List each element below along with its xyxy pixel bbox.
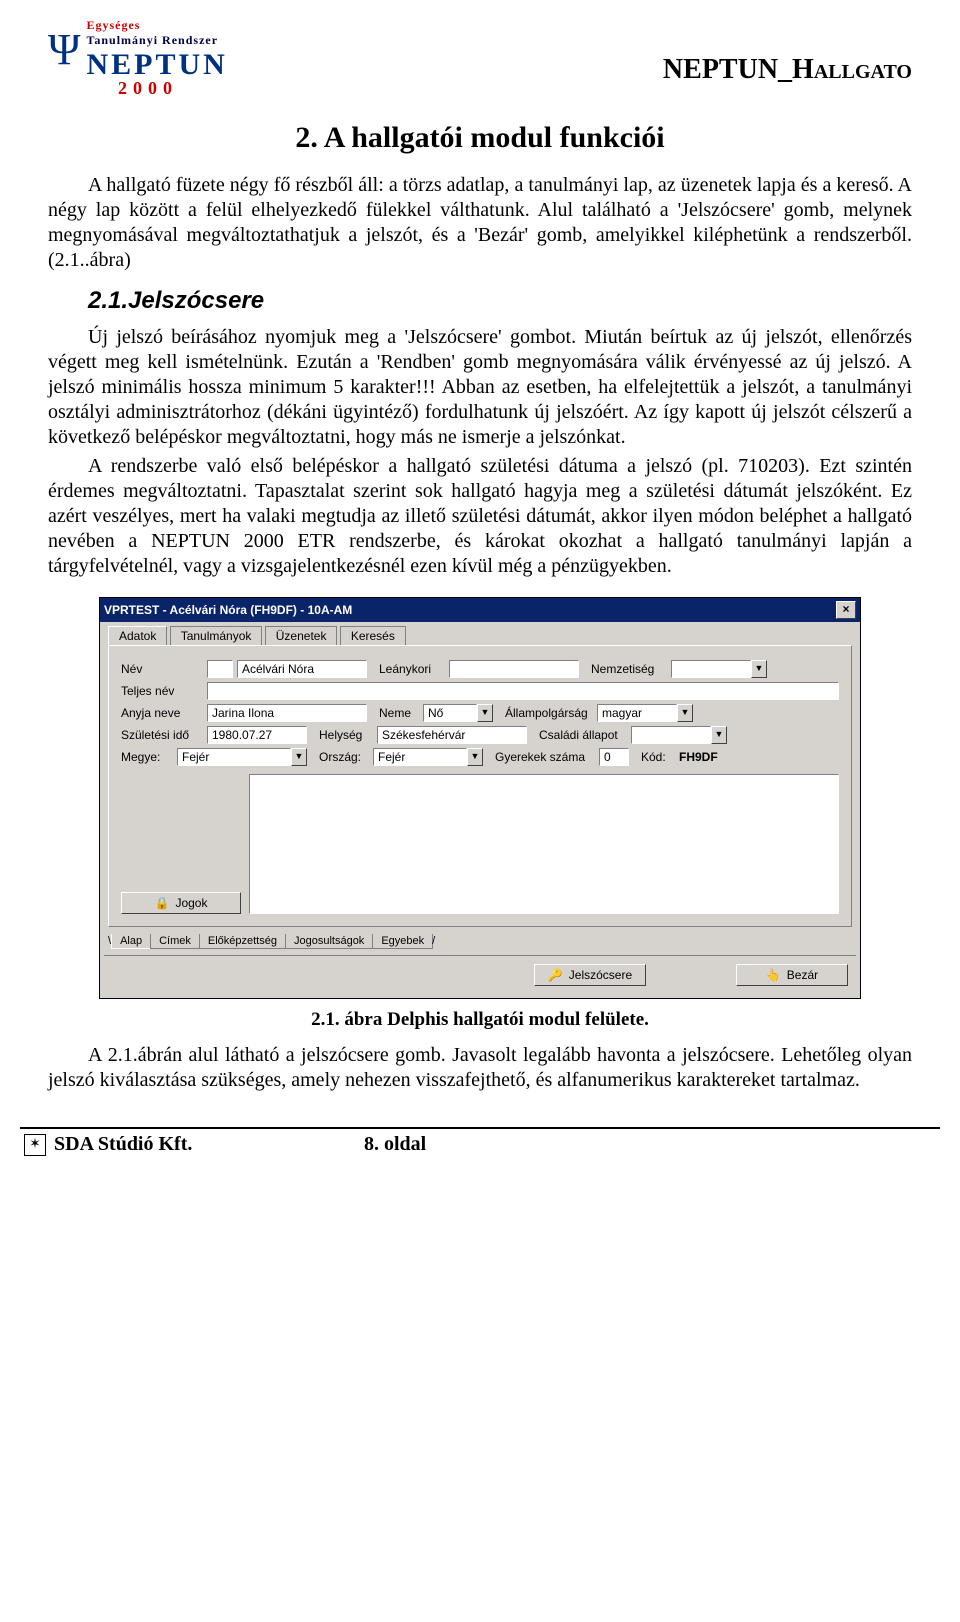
tab-kereses[interactable]: Keresés bbox=[340, 626, 406, 645]
label-kod: Kód: bbox=[641, 750, 679, 764]
titlebar: VPRTEST - Acélvári Nóra (FH9DF) - 10A-AM… bbox=[100, 598, 860, 622]
paragraph-2: Új jelszó beírásához nyomjuk meg a 'Jels… bbox=[48, 325, 912, 450]
doc-header: Ψ Egységes Tanulmányi Rendszer NEPTUN 20… bbox=[48, 18, 912, 99]
close-icon[interactable]: × bbox=[836, 601, 856, 619]
label-anyja: Anyja neve bbox=[121, 706, 207, 720]
field-anyja[interactable]: Jarina Ilona bbox=[207, 704, 367, 722]
label-neme: Neme bbox=[379, 706, 423, 720]
doc-title: NEPTUN_Hallgato bbox=[288, 18, 912, 86]
subheading-2-1: 2.1.Jelszócsere bbox=[88, 287, 912, 315]
label-nev: Név bbox=[121, 662, 207, 676]
combo-neme[interactable]: Nő▼ bbox=[423, 704, 493, 722]
field-gyerek[interactable]: 0 bbox=[599, 748, 629, 766]
combo-megye[interactable]: Fejér▼ bbox=[177, 748, 307, 766]
titlebar-text: VPRTEST - Acélvári Nóra (FH9DF) - 10A-AM bbox=[104, 603, 836, 617]
label-teljesnev: Teljes név bbox=[121, 684, 207, 698]
hand-icon: 👆 bbox=[766, 968, 781, 982]
combo-nemzetiseg[interactable]: ▼ bbox=[671, 660, 767, 678]
chevron-down-icon[interactable]: ▼ bbox=[677, 704, 693, 722]
label-nemzetiseg: Nemzetiség bbox=[591, 662, 671, 676]
label-megye: Megye: bbox=[121, 750, 177, 764]
label-helyseg: Helység bbox=[319, 728, 377, 742]
label-orszag: Ország: bbox=[319, 750, 373, 764]
field-szulido[interactable]: 1980.07.27 bbox=[207, 726, 307, 744]
combo-orszag[interactable]: Fejér▼ bbox=[373, 748, 483, 766]
combo-allampolg[interactable]: magyar▼ bbox=[597, 704, 693, 722]
btab-elokepzettseg[interactable]: Előképzettség bbox=[199, 934, 286, 949]
doc-footer: ✶ SDA Stúdió Kft. 8. oldal bbox=[20, 1127, 940, 1180]
form-panel: Név Acélvári Nóra Leánykori Nemzetiség ▼… bbox=[108, 645, 852, 927]
field-teljesnev[interactable] bbox=[207, 682, 839, 700]
paragraph-3: A rendszerbe való első belépéskor a hall… bbox=[48, 454, 912, 579]
jelszocsere-button[interactable]: 🔑 Jelszócsere bbox=[534, 964, 646, 986]
label-csaladi: Családi állapot bbox=[539, 728, 631, 742]
label-leanykori: Leánykori bbox=[379, 662, 449, 676]
field-helyseg[interactable]: Székesfehérvár bbox=[377, 726, 527, 744]
btab-cimek[interactable]: Címek bbox=[150, 934, 200, 949]
trident-icon: Ψ bbox=[48, 32, 80, 68]
footer-page: 8. oldal bbox=[364, 1133, 426, 1156]
label-szulido: Születési idő bbox=[121, 728, 207, 742]
chevron-down-icon[interactable]: ▼ bbox=[711, 726, 727, 744]
chevron-down-icon[interactable]: ▼ bbox=[477, 704, 493, 722]
label-gyerek: Gyerekek száma bbox=[495, 750, 599, 764]
logo-word: NEPTUN bbox=[86, 48, 227, 82]
paragraph-4: A 2.1.ábrán alul látható a jelszócsere g… bbox=[48, 1043, 912, 1093]
field-leanykori[interactable] bbox=[449, 660, 579, 678]
tab-uzenetek[interactable]: Üzenetek bbox=[265, 626, 338, 645]
footer-company: SDA Stúdió Kft. bbox=[54, 1133, 364, 1156]
section-heading: 2. A hallgatói modul funkciói bbox=[48, 121, 912, 155]
dialog-window: VPRTEST - Acélvári Nóra (FH9DF) - 10A-AM… bbox=[99, 597, 861, 999]
jogok-button[interactable]: 🔒 Jogok bbox=[121, 892, 241, 914]
logo-top1: Egységes bbox=[86, 18, 227, 33]
logo-block: Ψ Egységes Tanulmányi Rendszer NEPTUN 20… bbox=[48, 18, 288, 99]
chevron-down-icon[interactable]: ▼ bbox=[467, 748, 483, 766]
btab-jogosultsagok[interactable]: Jogosultságok bbox=[285, 934, 373, 949]
field-nev-prefix[interactable] bbox=[207, 660, 233, 678]
footer-logo-icon: ✶ bbox=[24, 1134, 46, 1156]
top-tabs: Adatok Tanulmányok Üzenetek Keresés bbox=[100, 622, 860, 645]
combo-csaladi[interactable]: ▼ bbox=[631, 726, 727, 744]
bezar-button[interactable]: 👆 Bezár bbox=[736, 964, 848, 986]
label-allampolg: Állampolgárság bbox=[505, 706, 597, 720]
field-nev[interactable]: Acélvári Nóra bbox=[237, 660, 367, 678]
paragraph-1: A hallgató füzete négy fő részből áll: a… bbox=[48, 173, 912, 273]
tab-adatok[interactable]: Adatok bbox=[108, 626, 167, 645]
figure-caption: 2.1. ábra Delphis hallgatói modul felüle… bbox=[48, 1009, 912, 1031]
chevron-down-icon[interactable]: ▼ bbox=[751, 660, 767, 678]
btab-alap[interactable]: Alap bbox=[111, 934, 151, 949]
value-kod: FH9DF bbox=[679, 750, 718, 764]
tab-tanulmanyok[interactable]: Tanulmányok bbox=[170, 626, 263, 645]
chevron-down-icon[interactable]: ▼ bbox=[291, 748, 307, 766]
key-icon: 🔑 bbox=[548, 968, 563, 982]
dialog-footer: 🔑 Jelszócsere 👆 Bezár bbox=[104, 955, 856, 994]
list-area[interactable] bbox=[249, 774, 839, 914]
lock-icon: 🔒 bbox=[155, 896, 170, 910]
btab-egyebek[interactable]: Egyebek bbox=[372, 934, 433, 949]
logo-top2: Tanulmányi Rendszer bbox=[86, 33, 227, 48]
bottom-tabs: \AlapCímekElőképzettségJogosultságokEgye… bbox=[108, 933, 852, 949]
